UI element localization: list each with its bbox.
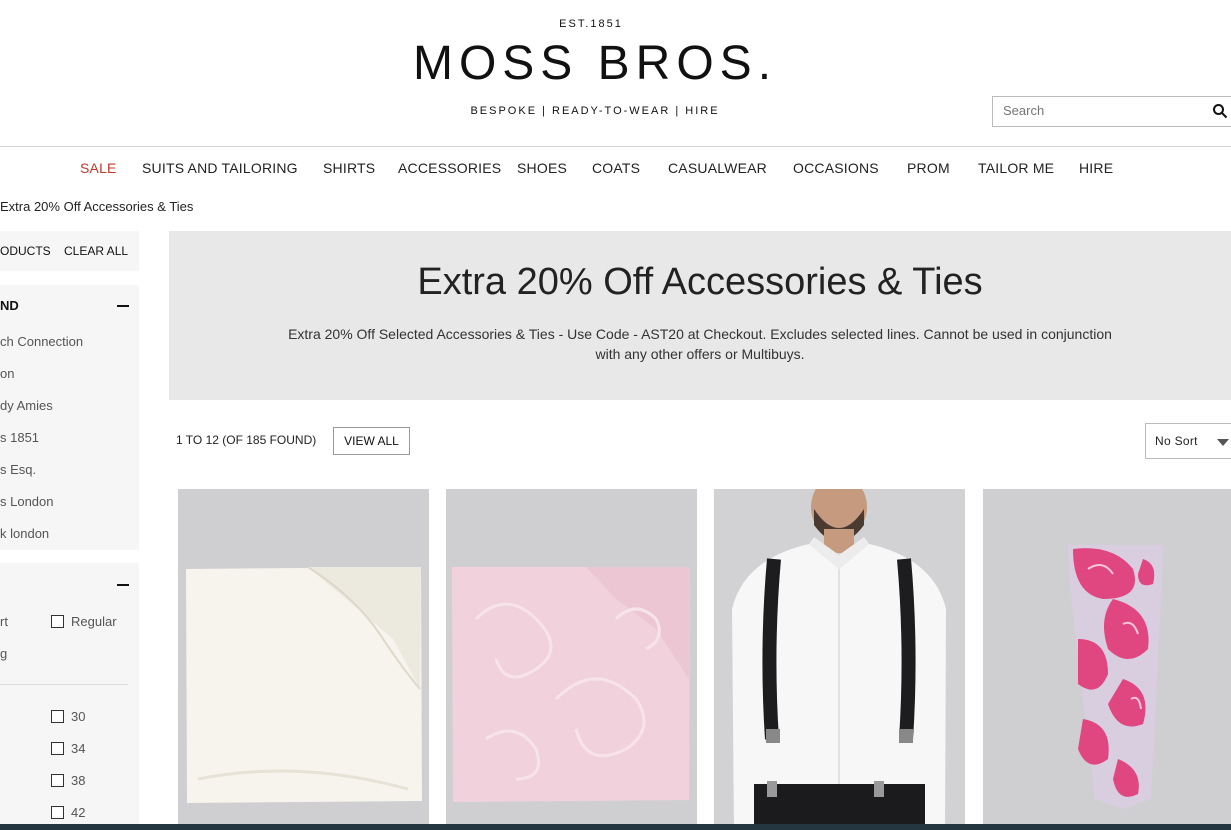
- checkbox[interactable]: [51, 615, 64, 628]
- checkbox[interactable]: [51, 774, 64, 787]
- product-image-pink-pocket-square: [446, 489, 697, 830]
- fit-option[interactable]: g: [0, 646, 7, 661]
- view-all-button[interactable]: VIEW ALL: [333, 427, 410, 455]
- brand-facet-title[interactable]: ND: [0, 298, 19, 313]
- size-option[interactable]: 42: [51, 805, 85, 820]
- size-label: 34: [71, 741, 86, 756]
- size-label: 38: [71, 773, 86, 788]
- checkbox[interactable]: [51, 806, 64, 819]
- fit-option-regular[interactable]: Regular: [51, 614, 117, 629]
- nav-item-prom[interactable]: PROM: [907, 160, 950, 176]
- brand-option[interactable]: dy Amies: [0, 398, 53, 413]
- nav-item-tailor-me[interactable]: TAILOR ME: [978, 160, 1054, 176]
- size-option[interactable]: 34: [51, 741, 85, 756]
- bottom-bar: [0, 824, 1231, 830]
- product-image-ivory-pocket-square: [178, 489, 429, 830]
- size-option[interactable]: 38: [51, 773, 85, 788]
- clear-all-link[interactable]: CLEAR ALL: [64, 244, 128, 258]
- search-icon[interactable]: [1212, 103, 1228, 119]
- nav-item-coats[interactable]: COATS: [592, 160, 640, 176]
- promo-description: Extra 20% Off Selected Accessories & Tie…: [288, 326, 1112, 362]
- header-divider: [0, 146, 1231, 147]
- nav-item-suits-and-tailoring[interactable]: SUITS AND TAILORING: [142, 160, 298, 176]
- nav-item-accessories[interactable]: ACCESSORIES: [398, 160, 501, 176]
- search-box: [992, 96, 1231, 127]
- brand-option[interactable]: s 1851: [0, 430, 39, 445]
- size-label: 42: [71, 805, 86, 820]
- nav-item-sale[interactable]: SALE: [80, 160, 117, 176]
- products-label: ODUCTS: [0, 244, 51, 258]
- est-label: EST.1851: [559, 18, 623, 30]
- filter-summary: ODUCTS CLEAR ALL: [0, 231, 139, 271]
- brand-option[interactable]: ch Connection: [0, 334, 83, 349]
- promo-banner: Extra 20% Off Accessories & Ties Extra 2…: [169, 231, 1231, 400]
- product-card[interactable]: [983, 489, 1231, 830]
- search-input[interactable]: [993, 97, 1223, 124]
- nav-item-hire[interactable]: HIRE: [1079, 160, 1113, 176]
- nav-item-shirts[interactable]: SHIRTS: [323, 160, 375, 176]
- sort-value: No Sort: [1155, 434, 1198, 448]
- product-image-pink-paisley-tie: [983, 489, 1231, 830]
- breadcrumb[interactable]: Extra 20% Off Accessories & Ties: [0, 199, 193, 214]
- sort-select[interactable]: No Sort: [1145, 423, 1231, 459]
- brand-facet: ND ch Connection on dy Amies s 1851 s Es…: [0, 285, 139, 550]
- brand-option[interactable]: k london: [0, 526, 49, 541]
- checkbox[interactable]: [51, 742, 64, 755]
- main-nav: SALE SUITS AND TAILORING SHIRTS ACCESSOR…: [0, 160, 1231, 180]
- nav-item-occasions[interactable]: OCCASIONS: [793, 160, 879, 176]
- product-card[interactable]: [446, 489, 697, 830]
- checkbox[interactable]: [51, 710, 64, 723]
- chevron-down-icon: [1217, 439, 1229, 446]
- collapse-icon[interactable]: [117, 584, 129, 586]
- product-image-black-braces: [714, 489, 965, 830]
- promo-title: Extra 20% Off Accessories & Ties: [417, 261, 983, 303]
- collapse-icon[interactable]: [117, 305, 129, 307]
- fit-option[interactable]: rt: [0, 614, 8, 629]
- product-card[interactable]: [714, 489, 965, 830]
- results-count: 1 TO 12 (OF 185 FOUND): [176, 433, 317, 447]
- brand-logo[interactable]: MOSS BROS.: [0, 36, 1190, 91]
- brand-option[interactable]: s London: [0, 494, 54, 509]
- size-label: 30: [71, 709, 86, 724]
- fit-facet: rt Regular g 30 34 38 42: [0, 563, 139, 830]
- fit-option-label: Regular: [71, 614, 117, 629]
- brand-option[interactable]: s Esq.: [0, 462, 36, 477]
- nav-item-casualwear[interactable]: CASUALWEAR: [668, 160, 767, 176]
- product-card[interactable]: [178, 489, 429, 830]
- size-option[interactable]: 30: [51, 709, 85, 724]
- facet-divider: [0, 684, 128, 685]
- nav-item-shoes[interactable]: SHOES: [517, 160, 567, 176]
- brand-option[interactable]: on: [0, 366, 14, 381]
